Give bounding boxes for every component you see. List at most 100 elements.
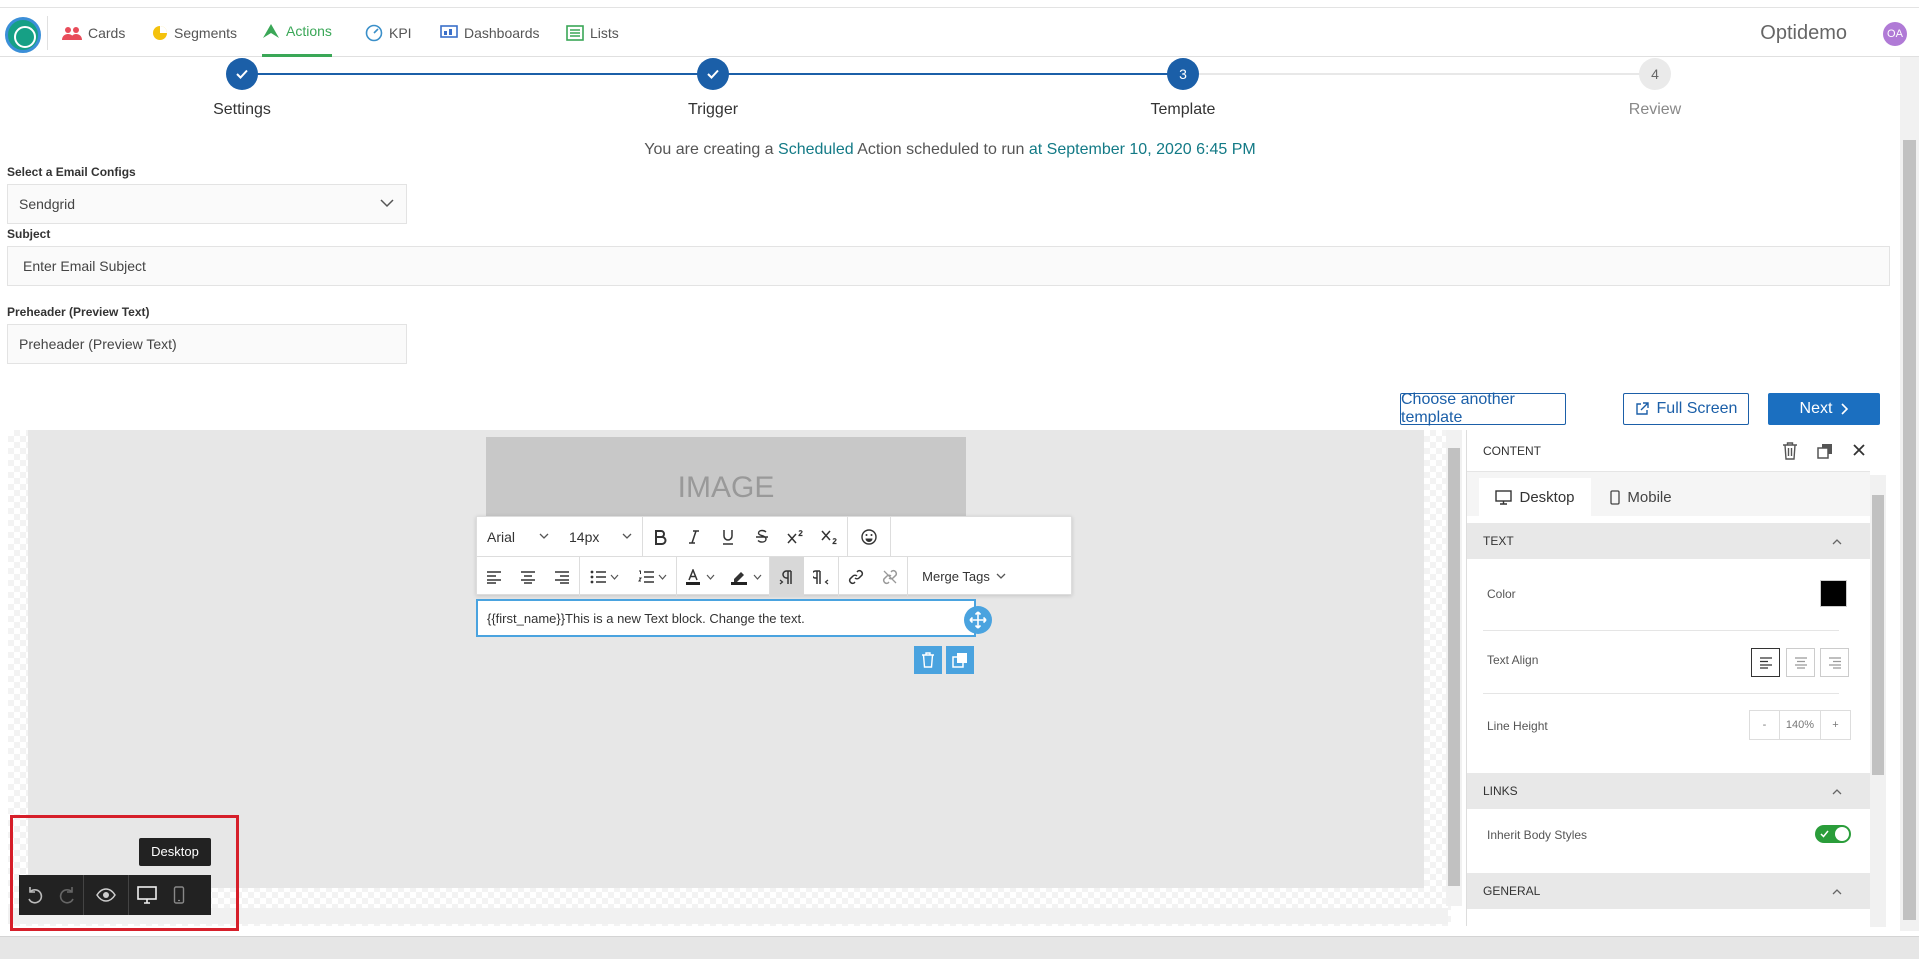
rtl-paragraph-icon: [813, 569, 829, 584]
tab-mobile[interactable]: Mobile: [1591, 478, 1691, 516]
links-section-header[interactable]: LINKS: [1467, 773, 1870, 809]
brand-name: Optidemo: [1760, 22, 1847, 44]
move-handle-icon[interactable]: [964, 606, 992, 634]
chevron-up-icon: [1832, 889, 1842, 895]
check-icon: [236, 69, 248, 79]
next-button[interactable]: Next: [1768, 393, 1880, 425]
underline-button[interactable]: [711, 517, 745, 556]
schedule-prefix: You are creating a: [644, 141, 774, 158]
choose-template-label: Choose another template: [1401, 391, 1515, 426]
app-logo[interactable]: [5, 17, 41, 53]
panel-scroll-thumb[interactable]: [1872, 495, 1884, 775]
numbered-list-button[interactable]: [628, 557, 676, 596]
avatar[interactable]: OA: [1883, 22, 1907, 46]
step-label-settings: Settings: [213, 101, 271, 118]
subscript-icon: [821, 530, 837, 544]
align-right-icon: [555, 570, 569, 584]
step-settings-checkmark[interactable]: [226, 58, 258, 90]
strikethrough-button[interactable]: [745, 517, 779, 556]
subject-label: Subject: [7, 227, 51, 241]
font-size-select[interactable]: 14px: [559, 517, 642, 556]
send-icon: [262, 23, 280, 39]
color-swatch[interactable]: [1820, 580, 1847, 607]
nav-item-dashboards[interactable]: Dashboards: [440, 8, 540, 57]
mobile-icon: [1610, 489, 1621, 505]
align-left-icon: [1759, 656, 1772, 669]
email-config-value: Sendgrid: [19, 196, 76, 212]
next-label: Next: [1799, 400, 1833, 417]
preheader-input[interactable]: Preheader (Preview Text): [7, 324, 407, 364]
nav-item-lists[interactable]: Lists: [566, 8, 619, 57]
text-color-button[interactable]: [677, 557, 723, 596]
desktop-icon: [1495, 489, 1513, 505]
tab-desktop[interactable]: Desktop: [1479, 478, 1591, 516]
font-family-select[interactable]: Arial: [477, 517, 559, 556]
nav-item-segments[interactable]: Segments: [152, 8, 237, 57]
text-align-center-button[interactable]: [1786, 648, 1815, 677]
bold-button[interactable]: [643, 517, 677, 556]
horizontal-scrollbar[interactable]: [0, 936, 1919, 959]
rtl-direction-button[interactable]: [804, 557, 838, 596]
step-label-template: Template: [1150, 101, 1216, 118]
image-placeholder[interactable]: IMAGE: [486, 437, 966, 517]
align-right-icon: [1828, 656, 1841, 669]
highlight-color-button[interactable]: [723, 557, 769, 596]
delete-block-button[interactable]: [914, 646, 942, 674]
duplicate-block-button[interactable]: [946, 646, 974, 674]
superscript-button[interactable]: [779, 517, 813, 556]
align-left-button[interactable]: [477, 557, 511, 596]
full-screen-label: Full Screen: [1656, 400, 1738, 417]
align-center-button[interactable]: [511, 557, 545, 596]
schedule-middle: Action scheduled to run: [857, 141, 1025, 158]
remove-link-button[interactable]: [873, 557, 907, 596]
email-config-select[interactable]: Sendgrid: [7, 184, 407, 224]
merge-tags-dropdown[interactable]: Merge Tags: [908, 557, 1020, 596]
choose-template-button[interactable]: Choose another template: [1400, 391, 1566, 426]
italic-button[interactable]: [677, 517, 711, 556]
rich-text-toolbar: Arial 14px Merge Tags: [476, 516, 1072, 596]
bullet-list-button[interactable]: [580, 557, 628, 596]
text-align-right-button[interactable]: [1820, 648, 1849, 677]
dashboard-icon: [440, 24, 458, 41]
step-trigger-checkmark[interactable]: [697, 58, 729, 90]
page-scroll-thumb[interactable]: [1903, 140, 1916, 920]
ltr-direction-button[interactable]: [770, 557, 804, 596]
text-align-left-button[interactable]: [1751, 648, 1780, 677]
subject-placeholder: Enter Email Subject: [23, 258, 146, 274]
text-color-icon: [686, 568, 700, 585]
nav-item-cards[interactable]: Cards: [62, 8, 125, 57]
delete-element-button[interactable]: [1782, 442, 1798, 460]
text-section-header[interactable]: TEXT: [1467, 523, 1870, 559]
duplicate-element-button[interactable]: [1817, 443, 1833, 459]
insert-link-button[interactable]: [839, 557, 873, 596]
full-screen-button[interactable]: Full Screen: [1623, 393, 1749, 425]
copy-icon: [952, 653, 967, 668]
chevron-down-icon: [610, 574, 618, 580]
emoji-icon: [861, 528, 877, 545]
step-review-number[interactable]: 4: [1639, 58, 1671, 90]
general-section-header[interactable]: GENERAL: [1467, 873, 1870, 909]
step-template-number[interactable]: 3: [1167, 58, 1199, 90]
emoji-button[interactable]: [848, 517, 890, 556]
align-right-button[interactable]: [545, 557, 579, 596]
users-icon: [62, 26, 82, 40]
line-height-stepper[interactable]: - 140% +: [1749, 710, 1851, 740]
nav-item-actions[interactable]: Actions: [262, 8, 332, 57]
inherit-body-styles-label: Inherit Body Styles: [1487, 828, 1588, 842]
line-height-decrement[interactable]: -: [1750, 711, 1780, 739]
nav-item-kpi[interactable]: KPI: [365, 8, 412, 57]
text-block-content[interactable]: {{first_name}}This is a new Text block. …: [476, 599, 976, 637]
general-section-title: GENERAL: [1483, 884, 1541, 898]
trash-icon: [1783, 442, 1797, 460]
close-panel-button[interactable]: [1853, 444, 1865, 456]
device-tabs: Desktop Mobile: [1467, 472, 1870, 516]
copy-icon: [1817, 444, 1832, 459]
subscript-button[interactable]: [813, 517, 847, 556]
canvas-scroll-thumb[interactable]: [1448, 448, 1460, 886]
subject-input[interactable]: Enter Email Subject: [7, 246, 1890, 286]
font-size-value: 14px: [569, 528, 600, 545]
line-height-increment[interactable]: +: [1820, 711, 1850, 739]
inherit-body-styles-toggle[interactable]: [1815, 825, 1851, 843]
line-height-value[interactable]: 140%: [1780, 711, 1820, 739]
trash-icon: [922, 652, 934, 668]
